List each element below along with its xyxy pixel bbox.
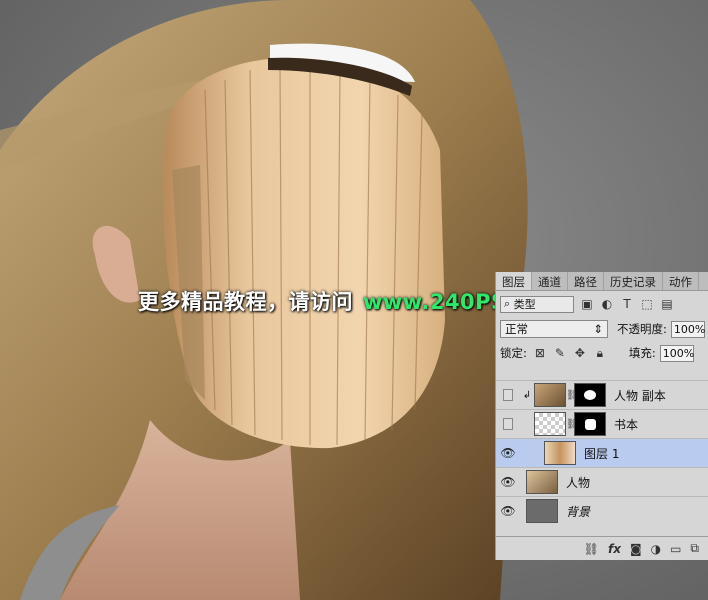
- layers-panel: 图层 通道 路径 历史记录 动作 ⌕ 类型 ▣ ◐ T ⬚ ▤ 正常 ⇕ 不透明…: [495, 272, 708, 560]
- lock-transparency-icon[interactable]: ⊠: [533, 346, 547, 360]
- layer-name: 背景: [566, 504, 591, 519]
- folder-icon[interactable]: ▭: [670, 542, 681, 556]
- adjustment-filter-icon[interactable]: ◐: [600, 297, 614, 311]
- layer-thumbnail: [526, 499, 558, 523]
- hidden-box-icon: [503, 418, 513, 430]
- layer-list: ↲ ⛓︎ 人物 副本 ⛓︎ 书本 👁︎ 图层 1 👁︎ 人物 👁︎ 背景: [496, 380, 708, 525]
- image-filter-icon[interactable]: ▣: [580, 297, 594, 311]
- layer-row-person-copy[interactable]: ↲ ⛓︎ 人物 副本: [496, 380, 708, 409]
- layer-row-person[interactable]: 👁︎ 人物: [496, 467, 708, 496]
- link-icon[interactable]: ⛓︎: [584, 542, 599, 556]
- mask-link-icon[interactable]: ⛓︎: [566, 419, 579, 430]
- tab-channels[interactable]: 通道: [532, 272, 568, 290]
- type-filter-icon[interactable]: T: [620, 297, 634, 311]
- opacity-label: 不透明度:: [617, 322, 667, 336]
- layer-thumbnail: [534, 383, 566, 407]
- filter-row: ⌕ 类型 ▣ ◐ T ⬚ ▤: [496, 291, 708, 317]
- layer-row-layer1[interactable]: 👁︎ 图层 1: [496, 438, 708, 467]
- layer-name: 书本: [614, 417, 639, 432]
- add-mask-icon[interactable]: ◙: [630, 542, 642, 556]
- eye-icon[interactable]: 👁︎: [496, 468, 520, 496]
- layer-mask-thumbnail[interactable]: [574, 383, 606, 407]
- chevron-updown-icon: ⇕: [593, 322, 603, 336]
- layer-name: 人物: [566, 475, 591, 490]
- panel-tabs: 图层 通道 路径 历史记录 动作: [496, 272, 708, 291]
- layer-name: 图层 1: [584, 446, 620, 461]
- filter-kind: 类型: [513, 298, 536, 311]
- layer-thumbnail: [534, 412, 566, 436]
- hidden-box-icon: [503, 389, 513, 401]
- blend-mode-value: 正常: [505, 322, 528, 336]
- layer-mask-thumbnail[interactable]: [574, 412, 606, 436]
- visibility-toggle[interactable]: [496, 410, 520, 438]
- tab-paths[interactable]: 路径: [568, 272, 604, 290]
- eye-icon[interactable]: 👁︎: [496, 439, 520, 467]
- blend-mode-select[interactable]: 正常 ⇕: [500, 320, 608, 338]
- watermark-text: 更多精品教程，请访问: [138, 290, 353, 314]
- lock-pixels-icon[interactable]: ✎: [553, 346, 567, 360]
- lock-position-icon[interactable]: ✥: [573, 346, 587, 360]
- clip-arrow-icon: ↲: [522, 389, 532, 401]
- fill-label: 填充:: [628, 346, 656, 360]
- smart-object-filter-icon[interactable]: ▤: [660, 297, 674, 311]
- lock-label: 锁定:: [500, 346, 527, 360]
- blend-row: 正常 ⇕ 不透明度: 100%: [496, 317, 708, 341]
- panel-footer: ⛓︎ fx ◙ ◑ ▭ ⧉: [496, 536, 708, 560]
- opacity-input[interactable]: 100%: [670, 320, 705, 338]
- shape-filter-icon[interactable]: ⬚: [640, 297, 654, 311]
- layer-name: 人物 副本: [614, 388, 666, 403]
- adjustment-icon[interactable]: ◑: [651, 542, 661, 556]
- lock-all-icon[interactable]: 🔒︎: [593, 346, 607, 361]
- search-icon: ⌕: [504, 297, 511, 310]
- tab-actions[interactable]: 动作: [663, 272, 699, 290]
- layer-row-background[interactable]: 👁︎ 背景: [496, 496, 708, 525]
- layer-thumbnail: [544, 441, 576, 465]
- eye-icon[interactable]: 👁︎: [496, 497, 520, 525]
- new-layer-icon[interactable]: ⧉: [690, 541, 699, 556]
- tab-layers[interactable]: 图层: [496, 272, 532, 290]
- layer-thumbnail: [526, 470, 558, 494]
- visibility-toggle[interactable]: [496, 381, 520, 409]
- layer-filter-select[interactable]: ⌕ 类型: [500, 295, 574, 313]
- mask-link-icon[interactable]: ⛓︎: [566, 390, 579, 401]
- fx-icon[interactable]: fx: [608, 542, 621, 556]
- layer-row-book[interactable]: ⛓︎ 书本: [496, 409, 708, 438]
- fill-input[interactable]: 100%: [659, 344, 694, 362]
- tab-history[interactable]: 历史记录: [604, 272, 663, 290]
- lock-row: 锁定: ⊠ ✎ ✥ 🔒︎ 填充: 100%: [496, 341, 708, 365]
